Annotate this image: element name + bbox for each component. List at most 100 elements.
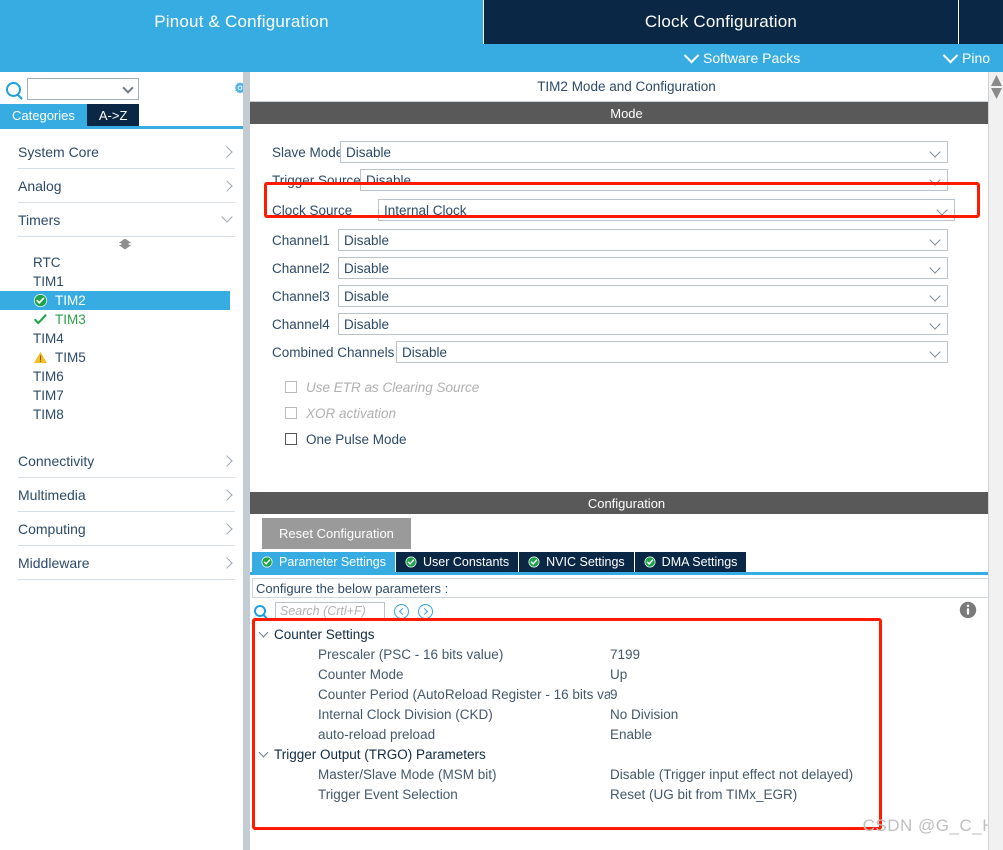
- param-group-counter-settings[interactable]: Counter Settings: [250, 624, 1003, 644]
- sidebar-item-computing[interactable]: Computing: [18, 512, 235, 546]
- table-row[interactable]: Master/Slave Mode (MSM bit) Disable (Tri…: [250, 764, 1003, 784]
- pinout-menu[interactable]: Pino: [945, 50, 990, 66]
- scroll-up-icon: [119, 239, 132, 250]
- slave-mode-select[interactable]: Disable: [340, 141, 948, 163]
- table-row[interactable]: Trigger Event Selection Reset (UG bit fr…: [250, 784, 1003, 804]
- workspace: Categories A->Z System Core Analog Timer…: [0, 72, 1003, 850]
- sidebar-item-label: Computing: [18, 521, 86, 537]
- sidebar-item-connectivity[interactable]: Connectivity: [18, 444, 235, 478]
- sidebar-item-tim3[interactable]: TIM3: [0, 310, 249, 329]
- reset-configuration-button[interactable]: Reset Configuration: [262, 518, 411, 549]
- channel3-value: Disable: [344, 289, 389, 304]
- combined-channels-select[interactable]: Disable: [396, 341, 948, 363]
- chevron-right-icon: [221, 146, 232, 157]
- tab-user-constants[interactable]: User Constants: [395, 552, 518, 572]
- sidebar-item-tim1[interactable]: TIM1: [0, 272, 249, 291]
- table-row[interactable]: auto-reload preload Enable: [250, 724, 1003, 744]
- configure-parameters-note: Configure the below parameters :: [252, 578, 997, 598]
- table-row[interactable]: Counter Period (AutoReload Register - 16…: [250, 684, 1003, 704]
- check-circle-icon: [261, 556, 273, 568]
- sidebar-item-label: Middleware: [18, 555, 90, 571]
- clock-source-select[interactable]: Internal Clock: [378, 199, 955, 221]
- sidebar-item-tim4[interactable]: TIM4: [0, 329, 249, 348]
- slave-mode-value: Disable: [346, 145, 391, 160]
- mode-section-label: Mode: [610, 106, 643, 121]
- tab-parameter-settings-label: Parameter Settings: [279, 555, 386, 569]
- secondary-toolbar: Software Packs Pino: [0, 44, 1003, 72]
- sidebar-item-label: Connectivity: [18, 453, 94, 469]
- parameter-search-input[interactable]: Search (Crtl+F): [275, 602, 385, 620]
- check-circle-icon: [33, 293, 49, 309]
- field-channel3: Channel3 Disable: [250, 282, 1003, 310]
- tab-dma-settings[interactable]: DMA Settings: [634, 552, 747, 572]
- tab-categories-label: Categories: [12, 108, 75, 123]
- sidebar-item-multimedia[interactable]: Multimedia: [18, 478, 235, 512]
- param-value: 9: [610, 687, 618, 702]
- field-label: Channel2: [272, 261, 338, 276]
- channel2-select[interactable]: Disable: [338, 257, 948, 279]
- param-name: auto-reload preload: [250, 727, 610, 742]
- table-row[interactable]: Internal Clock Division (CKD) No Divisio…: [250, 704, 1003, 724]
- tab-categories[interactable]: Categories: [0, 104, 87, 126]
- sidebar-splitter[interactable]: [243, 72, 250, 850]
- info-icon[interactable]: [959, 601, 977, 619]
- table-row[interactable]: Prescaler (PSC - 16 bits value) 7199: [250, 644, 1003, 664]
- sidebar-item-system-core[interactable]: System Core: [18, 135, 235, 169]
- scroll-down-icon[interactable]: [991, 88, 1002, 99]
- field-channel1: Channel1 Disable: [250, 226, 1003, 254]
- search-next-button[interactable]: [418, 604, 433, 619]
- vertical-scrollbar[interactable]: [988, 72, 1003, 850]
- software-packs-menu[interactable]: Software Packs: [686, 50, 800, 66]
- sidebar-item-rtc[interactable]: RTC: [0, 253, 249, 272]
- chevron-down-icon: [221, 211, 232, 222]
- tab-overflow[interactable]: [958, 0, 1003, 44]
- sidebar-item-analog[interactable]: Analog: [18, 169, 235, 203]
- trigger-source-select[interactable]: Disable: [360, 169, 948, 191]
- tab-clock-configuration-label: Clock Configuration: [645, 12, 797, 32]
- chevron-right-icon: [221, 455, 232, 466]
- search-icon: [254, 605, 266, 617]
- configuration-section-header: Configuration: [250, 492, 1003, 514]
- sidebar-item-timers[interactable]: Timers: [18, 203, 235, 237]
- chevron-down-icon: [936, 204, 947, 215]
- table-row[interactable]: Counter Mode Up: [250, 664, 1003, 684]
- sidebar-item-tim2[interactable]: TIM2: [0, 291, 230, 310]
- parameter-search-placeholder: Search (Crtl+F): [280, 604, 366, 618]
- channel1-select[interactable]: Disable: [338, 229, 948, 251]
- sidebar-item-tim7[interactable]: TIM7: [0, 386, 249, 405]
- field-channel2: Channel2 Disable: [250, 254, 1003, 282]
- param-group-label: Trigger Output (TRGO) Parameters: [274, 747, 486, 762]
- tab-nvic-settings[interactable]: NVIC Settings: [518, 552, 634, 572]
- search-previous-button[interactable]: [394, 604, 409, 619]
- sidebar-item-tim6[interactable]: TIM6: [0, 367, 249, 386]
- sidebar-item-tim5[interactable]: TIM5: [0, 348, 249, 367]
- tab-clock-configuration[interactable]: Clock Configuration: [483, 0, 958, 44]
- tab-a-to-z[interactable]: A->Z: [87, 104, 140, 126]
- timer-list-scroll-up[interactable]: [0, 237, 250, 251]
- tab-parameter-settings[interactable]: Parameter Settings: [252, 552, 395, 572]
- param-group-trigger-output[interactable]: Trigger Output (TRGO) Parameters: [250, 744, 1003, 764]
- channel3-select[interactable]: Disable: [338, 285, 948, 307]
- configuration-section-label: Configuration: [588, 496, 665, 511]
- field-label: Channel4: [272, 317, 338, 332]
- chevron-down-icon: [929, 346, 940, 357]
- sidebar-item-middleware[interactable]: Middleware: [18, 546, 235, 580]
- param-name: Internal Clock Division (CKD): [250, 707, 610, 722]
- param-name: Counter Mode: [250, 667, 610, 682]
- scroll-up-icon[interactable]: [991, 75, 1002, 86]
- chevron-right-icon: [221, 523, 232, 534]
- checkbox-one-pulse-mode[interactable]: One Pulse Mode: [250, 426, 1003, 452]
- tab-pinout-configuration[interactable]: Pinout & Configuration: [0, 0, 483, 44]
- channel4-select[interactable]: Disable: [338, 313, 948, 335]
- timer-label: TIM4: [33, 331, 64, 346]
- checkbox-use-etr-as-clearing-source[interactable]: Use ETR as Clearing Source: [250, 374, 1003, 400]
- sidebar-item-tim8[interactable]: TIM8: [0, 405, 249, 424]
- timer-label: TIM7: [33, 388, 64, 403]
- channel1-value: Disable: [344, 233, 389, 248]
- sidebar-search-input[interactable]: [27, 78, 139, 100]
- mode-section-header: Mode: [250, 102, 1003, 124]
- param-name: Trigger Event Selection: [250, 787, 610, 802]
- checkbox-xor-activation[interactable]: XOR activation: [250, 400, 1003, 426]
- timer-label: TIM3: [55, 312, 86, 327]
- chevron-down-icon: [684, 47, 700, 63]
